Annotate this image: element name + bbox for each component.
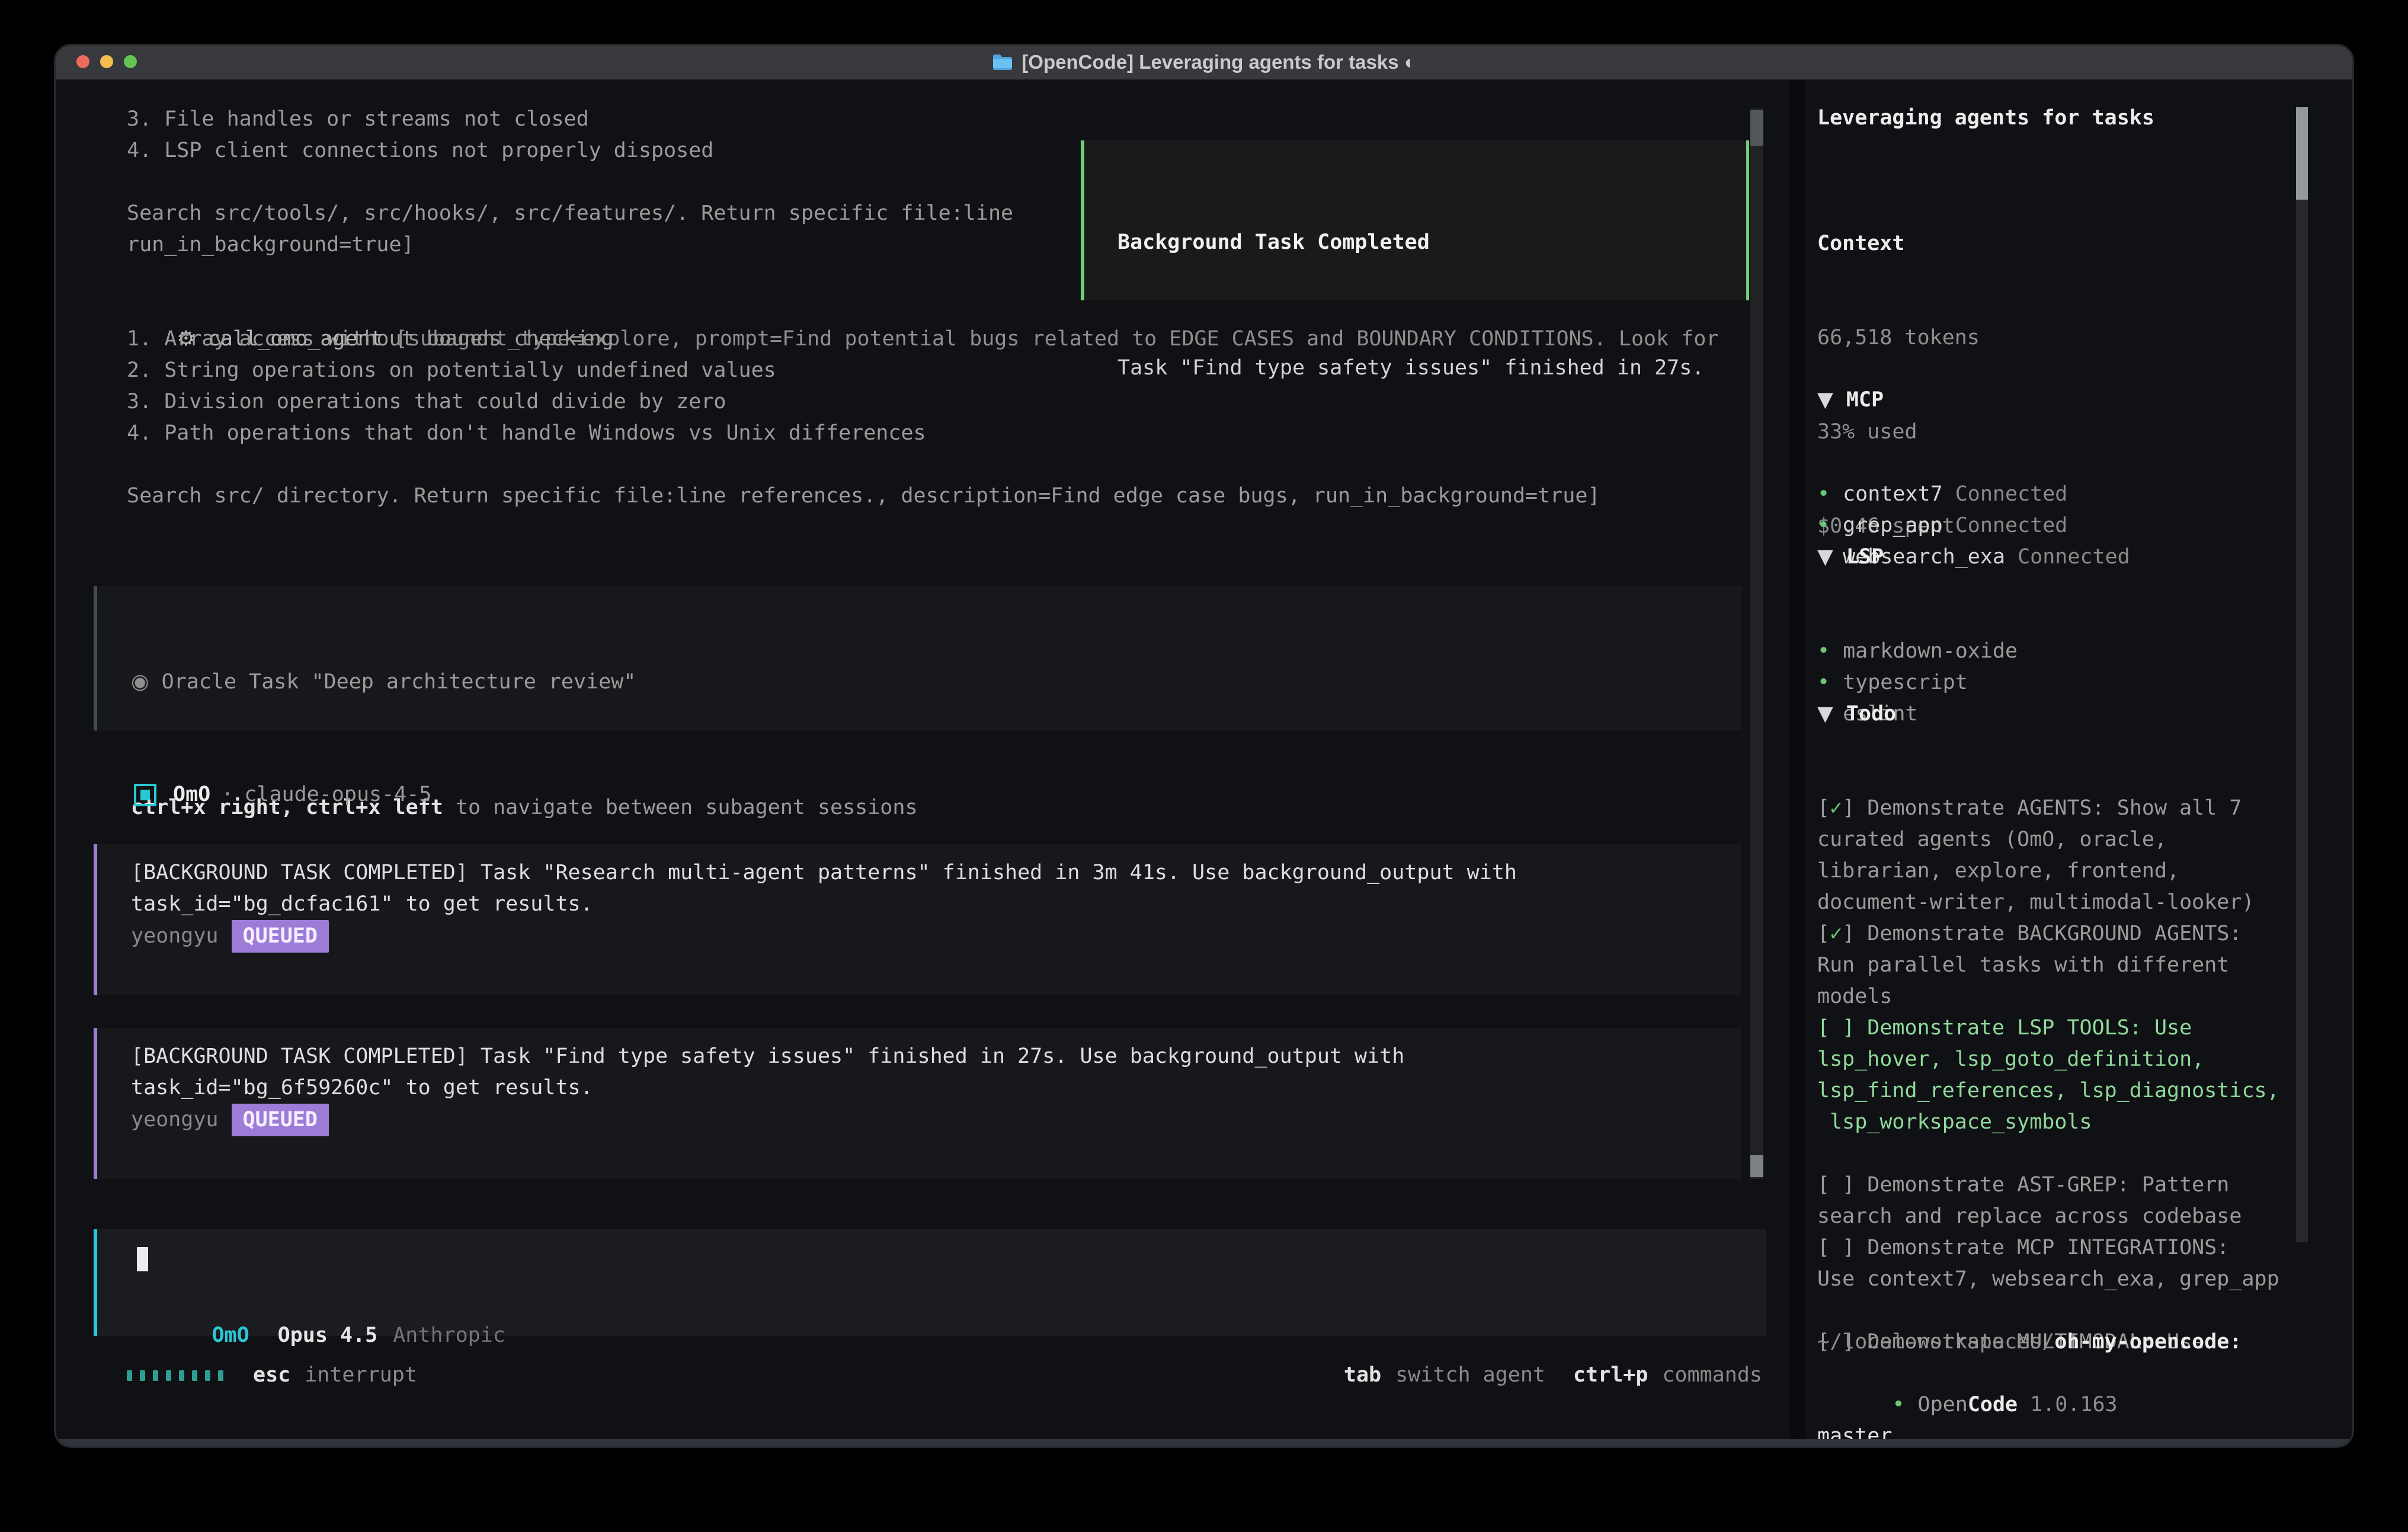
text-cursor: [137, 1247, 148, 1271]
input-agent-label: OmO: [212, 1323, 249, 1347]
chevron-down-icon: ▼: [1817, 702, 1833, 726]
bullet-icon: •: [1892, 1393, 1904, 1416]
esc-key-label: interrupt: [305, 1360, 417, 1391]
spinner-dot-icon: [192, 1370, 197, 1381]
todo-line: [ ] Demonstrate LSP TOOLS: Use: [1817, 1012, 2279, 1044]
todo-line: document-writer, multimodal-looker): [1817, 887, 2279, 918]
sidebar: Leveraging agents for tasks Context 66,5…: [1817, 46, 2315, 517]
window-bottom-edge: [56, 1439, 2352, 1446]
context-heading: Context: [1817, 228, 1980, 259]
record-icon: ◉: [131, 670, 149, 694]
main-scrollbar-thumb-bottom[interactable]: [1750, 1155, 1763, 1177]
app-window: [OpenCode] Leveraging agents for tasks ◐…: [56, 46, 2352, 1446]
ctrlp-key-hint: ctrl+p: [1573, 1360, 1648, 1391]
task-message-author: yeongyu: [131, 1108, 219, 1132]
todo-line: lsp_hover, lsp_goto_definition,: [1817, 1044, 2279, 1075]
task-message-line1: [BACKGROUND TASK COMPLETED] Task "Resear…: [131, 857, 1742, 889]
task-message-line2: task_id="bg_6f59260c" to get results.: [131, 1072, 1742, 1104]
agent-name: OmO: [173, 779, 210, 810]
agent-separator: ·: [221, 779, 233, 810]
spinner-dot-icon: [127, 1370, 132, 1381]
spinner-dots: [127, 1370, 223, 1381]
agent-header: OmO · claude-opus-4-5: [134, 779, 431, 810]
todo-line: [ ] Demonstrate AST-GREP: Pattern: [1817, 1169, 2279, 1201]
task-message-author: yeongyu: [131, 924, 219, 948]
notification-title: Background Task Completed: [1117, 227, 1746, 258]
todo-line: [1817, 1138, 2279, 1169]
ctrlp-key-label: commands: [1662, 1360, 1762, 1391]
todo-line: [ ] Demonstrate MCP INTEGRATIONS:: [1817, 1232, 2279, 1264]
chevron-down-icon: ▼: [1817, 545, 1833, 569]
checkbox-checked-icon: [✓]: [1817, 922, 1855, 946]
tab-key-label: switch agent: [1395, 1360, 1545, 1391]
spinner-dot-icon: [179, 1370, 184, 1381]
sidebar-scrollbar-track[interactable]: [2296, 107, 2308, 1242]
task-message-line2: task_id="bg_dcfac161" to get results.: [131, 889, 1742, 920]
prompt-input[interactable]: OmOOpus 4.5Anthropic: [94, 1229, 1766, 1336]
spinner-dot-icon: [205, 1370, 210, 1381]
todo-line: Run parallel tasks with different: [1817, 950, 2279, 981]
todo-line: [✓] Demonstrate BACKGROUND AGENTS:: [1817, 918, 2279, 950]
window-title-text: [OpenCode] Leveraging agents for tasks ◐: [1022, 51, 1416, 73]
spinner-dot-icon: [166, 1370, 171, 1381]
status-badge: QUEUED: [232, 1104, 329, 1136]
main-scrollbar-thumb[interactable]: [1750, 110, 1763, 146]
checkbox-empty-icon: [ ]: [1817, 1236, 1855, 1259]
agent-square-icon: [134, 784, 156, 806]
statusbar: esc interrupt tab switch agent ctrl+p co…: [127, 1360, 1762, 1391]
checkbox-checked-icon: [✓]: [1817, 796, 1855, 820]
todo-section-header[interactable]: ▼Todo: [1817, 698, 2279, 730]
spinner-dot-icon: [153, 1370, 158, 1381]
oracle-hint-text: to navigate between subagent sessions: [443, 796, 918, 819]
oracle-panel: ◉ Oracle Task "Deep architecture review"…: [94, 586, 1742, 730]
spinner-dot-icon: [140, 1370, 145, 1381]
oracle-title: Oracle Task "Deep architecture review": [149, 670, 636, 694]
lsp-section-header[interactable]: ▼LSP: [1817, 541, 2018, 573]
tab-key-hint: tab: [1344, 1360, 1381, 1391]
sidebar-scrollbar-thumb[interactable]: [2296, 107, 2308, 200]
todo-line: curated agents (OmO, oracle,: [1817, 824, 2279, 855]
todo-line: lsp_workspace_symbols: [1817, 1107, 2279, 1138]
statusbar-left: esc interrupt: [127, 1360, 417, 1391]
checkbox-empty-icon: [ ]: [1817, 1016, 1855, 1040]
status-badge: QUEUED: [232, 920, 329, 953]
task-message: [BACKGROUND TASK COMPLETED] Task "Resear…: [94, 844, 1742, 995]
spinner-dot-icon: [218, 1370, 223, 1381]
todo-line: models: [1817, 981, 2279, 1012]
notification-body: Task "Find type safety issues" finished …: [1117, 352, 1746, 384]
input-model-label: Opus 4.5: [278, 1323, 378, 1347]
main-sidebar-divider: [1789, 80, 1805, 1439]
checkbox-empty-icon: [ ]: [1817, 1173, 1855, 1197]
todo-line: [✓] Demonstrate AGENTS: Show all 7: [1817, 793, 2279, 824]
sidebar-session-title: Leveraging agents for tasks: [1817, 102, 2154, 134]
statusbar-right: tab switch agent ctrl+p commands: [1344, 1360, 1762, 1391]
task-message: [BACKGROUND TASK COMPLETED] Task "Find t…: [94, 1028, 1742, 1179]
sidebar-version: •OpenCode1.0.163: [1817, 1358, 2118, 1446]
esc-key-hint: esc: [253, 1360, 290, 1391]
todo-line: search and replace across codebase: [1817, 1201, 2279, 1232]
task-message-line1: [BACKGROUND TASK COMPLETED] Task "Find t…: [131, 1041, 1742, 1072]
todo-line: lsp_find_references, lsp_diagnostics,: [1817, 1075, 2279, 1107]
folder-icon: [992, 53, 1013, 71]
notification-toast[interactable]: Background Task Completed Task "Find typ…: [1081, 140, 1749, 300]
todo-line: librarian, explore, frontend,: [1817, 855, 2279, 887]
input-provider-label: Anthropic: [393, 1323, 505, 1347]
agent-model: claude-opus-4-5: [244, 779, 431, 810]
transcript-top: 3. File handles or streams not closed 4.…: [127, 104, 1013, 261]
mcp-status: Connected: [2005, 545, 2130, 569]
oracle-title-line: ◉ Oracle Task "Deep architecture review": [131, 666, 1742, 698]
main-scrollbar-track[interactable]: [1750, 108, 1763, 1179]
workspace-path: ~/local-workspaces/oh-my-opencode:: [1817, 1326, 2242, 1358]
chevron-down-icon: ▼: [1817, 388, 1833, 412]
mcp-section-header[interactable]: ▼MCP: [1817, 384, 2130, 416]
